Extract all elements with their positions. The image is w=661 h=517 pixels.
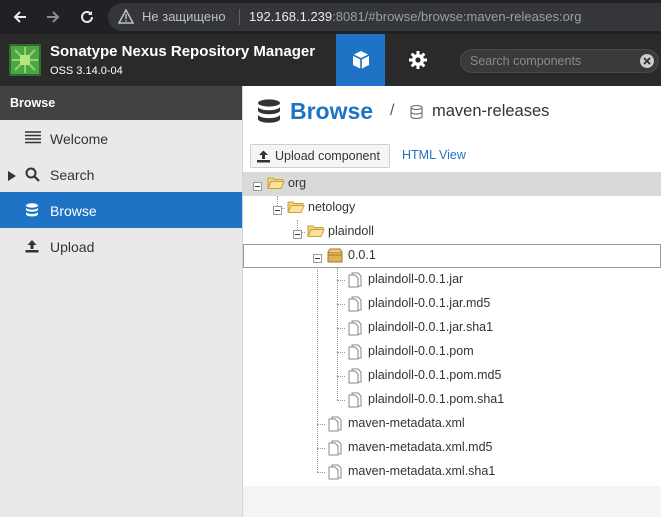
breadcrumb-separator: / [390,102,395,119]
nexus-logo-icon[interactable] [9,44,41,76]
tree-node-asset[interactable]: plaindoll-0.0.1.jar [243,268,661,292]
tree-node-asset[interactable]: plaindoll-0.0.1.pom.sha1 [243,388,661,412]
sidebar-item-upload[interactable]: Upload [0,228,242,264]
tree-node-asset[interactable]: plaindoll-0.0.1.pom [243,340,661,364]
database-icon [257,99,281,128]
tree-node-asset[interactable]: plaindoll-0.0.1.pom.md5 [243,364,661,388]
file-icon [347,368,363,387]
search-input[interactable] [470,53,635,69]
package-icon [327,248,343,266]
url-path: :8081/#browse/browse:maven-releases:org [332,9,582,24]
folder-open-icon [267,176,285,193]
tree-node-label: org [288,176,307,190]
sidebar: Browse Welcome Search Browse Upload [0,86,243,517]
sidebar-item-label: Upload [50,239,95,255]
upload-icon [25,239,41,253]
cube-icon [352,51,369,69]
collapse-toggle-icon[interactable] [293,227,302,242]
address-separator [239,9,240,25]
app-title: Sonatype Nexus Repository Manager [50,43,316,60]
tree-node-label: plaindoll-0.0.1.pom [368,344,474,358]
admin-mode-button[interactable] [396,34,440,86]
tree-node-label: plaindoll-0.0.1.jar.sha1 [368,320,494,334]
folder-open-icon [307,224,325,241]
gear-icon [409,51,427,69]
tree-node-label: maven-metadata.xml [348,416,465,430]
tree-node-label: maven-metadata.xml.sha1 [348,464,496,478]
main-panel: Browse / maven-releases Upload component… [243,86,661,517]
warning-icon [117,8,135,27]
expand-arrow-icon[interactable] [8,169,16,184]
url-text[interactable]: 192.168.1.239:8081/#browse/browse:maven-… [249,9,581,24]
tree-node-label: maven-metadata.xml.md5 [348,440,493,454]
browser-toolbar: Не защищено 192.168.1.239:8081/#browse/b… [0,0,661,34]
collapse-toggle-icon[interactable] [313,251,322,266]
sidebar-item-label: Browse [50,203,97,219]
tree-node-plaindoll[interactable]: plaindoll [243,220,661,244]
tree-node-asset[interactable]: maven-metadata.xml.sha1 [243,460,661,484]
forward-arrow-icon[interactable] [42,6,64,28]
collapse-toggle-icon[interactable] [273,203,282,218]
database-icon [25,203,41,217]
tree-node-label: netology [308,200,356,214]
breadcrumb: Browse / maven-releases [243,86,661,138]
browse-mode-button[interactable] [336,34,385,86]
sidebar-item-label: Search [50,167,95,183]
folder-open-icon [287,200,305,217]
file-icon [347,272,363,291]
app-header: Sonatype Nexus Repository Manager OSS 3.… [0,34,661,86]
sidebar-heading: Browse [0,86,242,120]
tree-node-asset[interactable]: plaindoll-0.0.1.jar.sha1 [243,316,661,340]
file-icon [327,464,343,483]
tree-node-label: plaindoll-0.0.1.pom.md5 [368,368,502,382]
tree-node-label: plaindoll-0.0.1.pom.sha1 [368,392,505,406]
sidebar-item-browse[interactable]: Browse [0,192,242,228]
sidebar-item-welcome[interactable]: Welcome [0,120,242,156]
file-icon [347,320,363,339]
tree-node-asset[interactable]: plaindoll-0.0.1.jar.md5 [243,292,661,316]
url-host: 192.168.1.239 [249,9,333,24]
tree-node-netology[interactable]: netology [243,196,661,220]
tree-node-label: plaindoll [328,224,374,238]
clear-search-icon[interactable] [640,54,654,68]
app-version: OSS 3.14.0-04 [50,65,123,77]
file-icon [327,416,343,435]
toolbar: Upload component HTML View [243,138,661,172]
upload-icon [257,150,270,166]
html-view-link[interactable]: HTML View [402,148,466,162]
search-components-box[interactable] [460,49,659,73]
file-icon [347,392,363,411]
tree-node-asset[interactable]: maven-metadata.xml.md5 [243,436,661,460]
tree-node-label: 0.0.1 [348,248,376,262]
sidebar-item-label: Welcome [50,131,109,147]
sidebar-item-search[interactable]: Search [0,156,242,192]
list-icon [25,131,41,145]
tree-node-version[interactable]: 0.0.1 [243,244,661,268]
tree-node-asset[interactable]: maven-metadata.xml [243,412,661,436]
component-tree: org netology plaindoll 0.0.1 plaindoll-0… [243,172,661,486]
file-icon [347,344,363,363]
search-icon [25,167,41,182]
tree-node-label: plaindoll-0.0.1.jar [368,272,464,286]
file-icon [347,296,363,315]
upload-component-button[interactable]: Upload component [250,144,390,168]
address-bar[interactable]: Не защищено 192.168.1.239:8081/#browse/b… [108,3,661,31]
security-label[interactable]: Не защищено [142,9,226,24]
breadcrumb-repository: maven-releases [432,102,550,120]
tree-node-label: plaindoll-0.0.1.jar.md5 [368,296,491,310]
back-arrow-icon[interactable] [9,6,31,28]
reload-icon[interactable] [76,6,98,28]
file-icon [327,440,343,459]
page-title[interactable]: Browse [290,98,373,125]
repository-icon [410,104,423,122]
tree-node-org[interactable]: org [243,172,661,196]
upload-component-label: Upload component [275,149,380,163]
collapse-toggle-icon[interactable] [253,179,262,194]
